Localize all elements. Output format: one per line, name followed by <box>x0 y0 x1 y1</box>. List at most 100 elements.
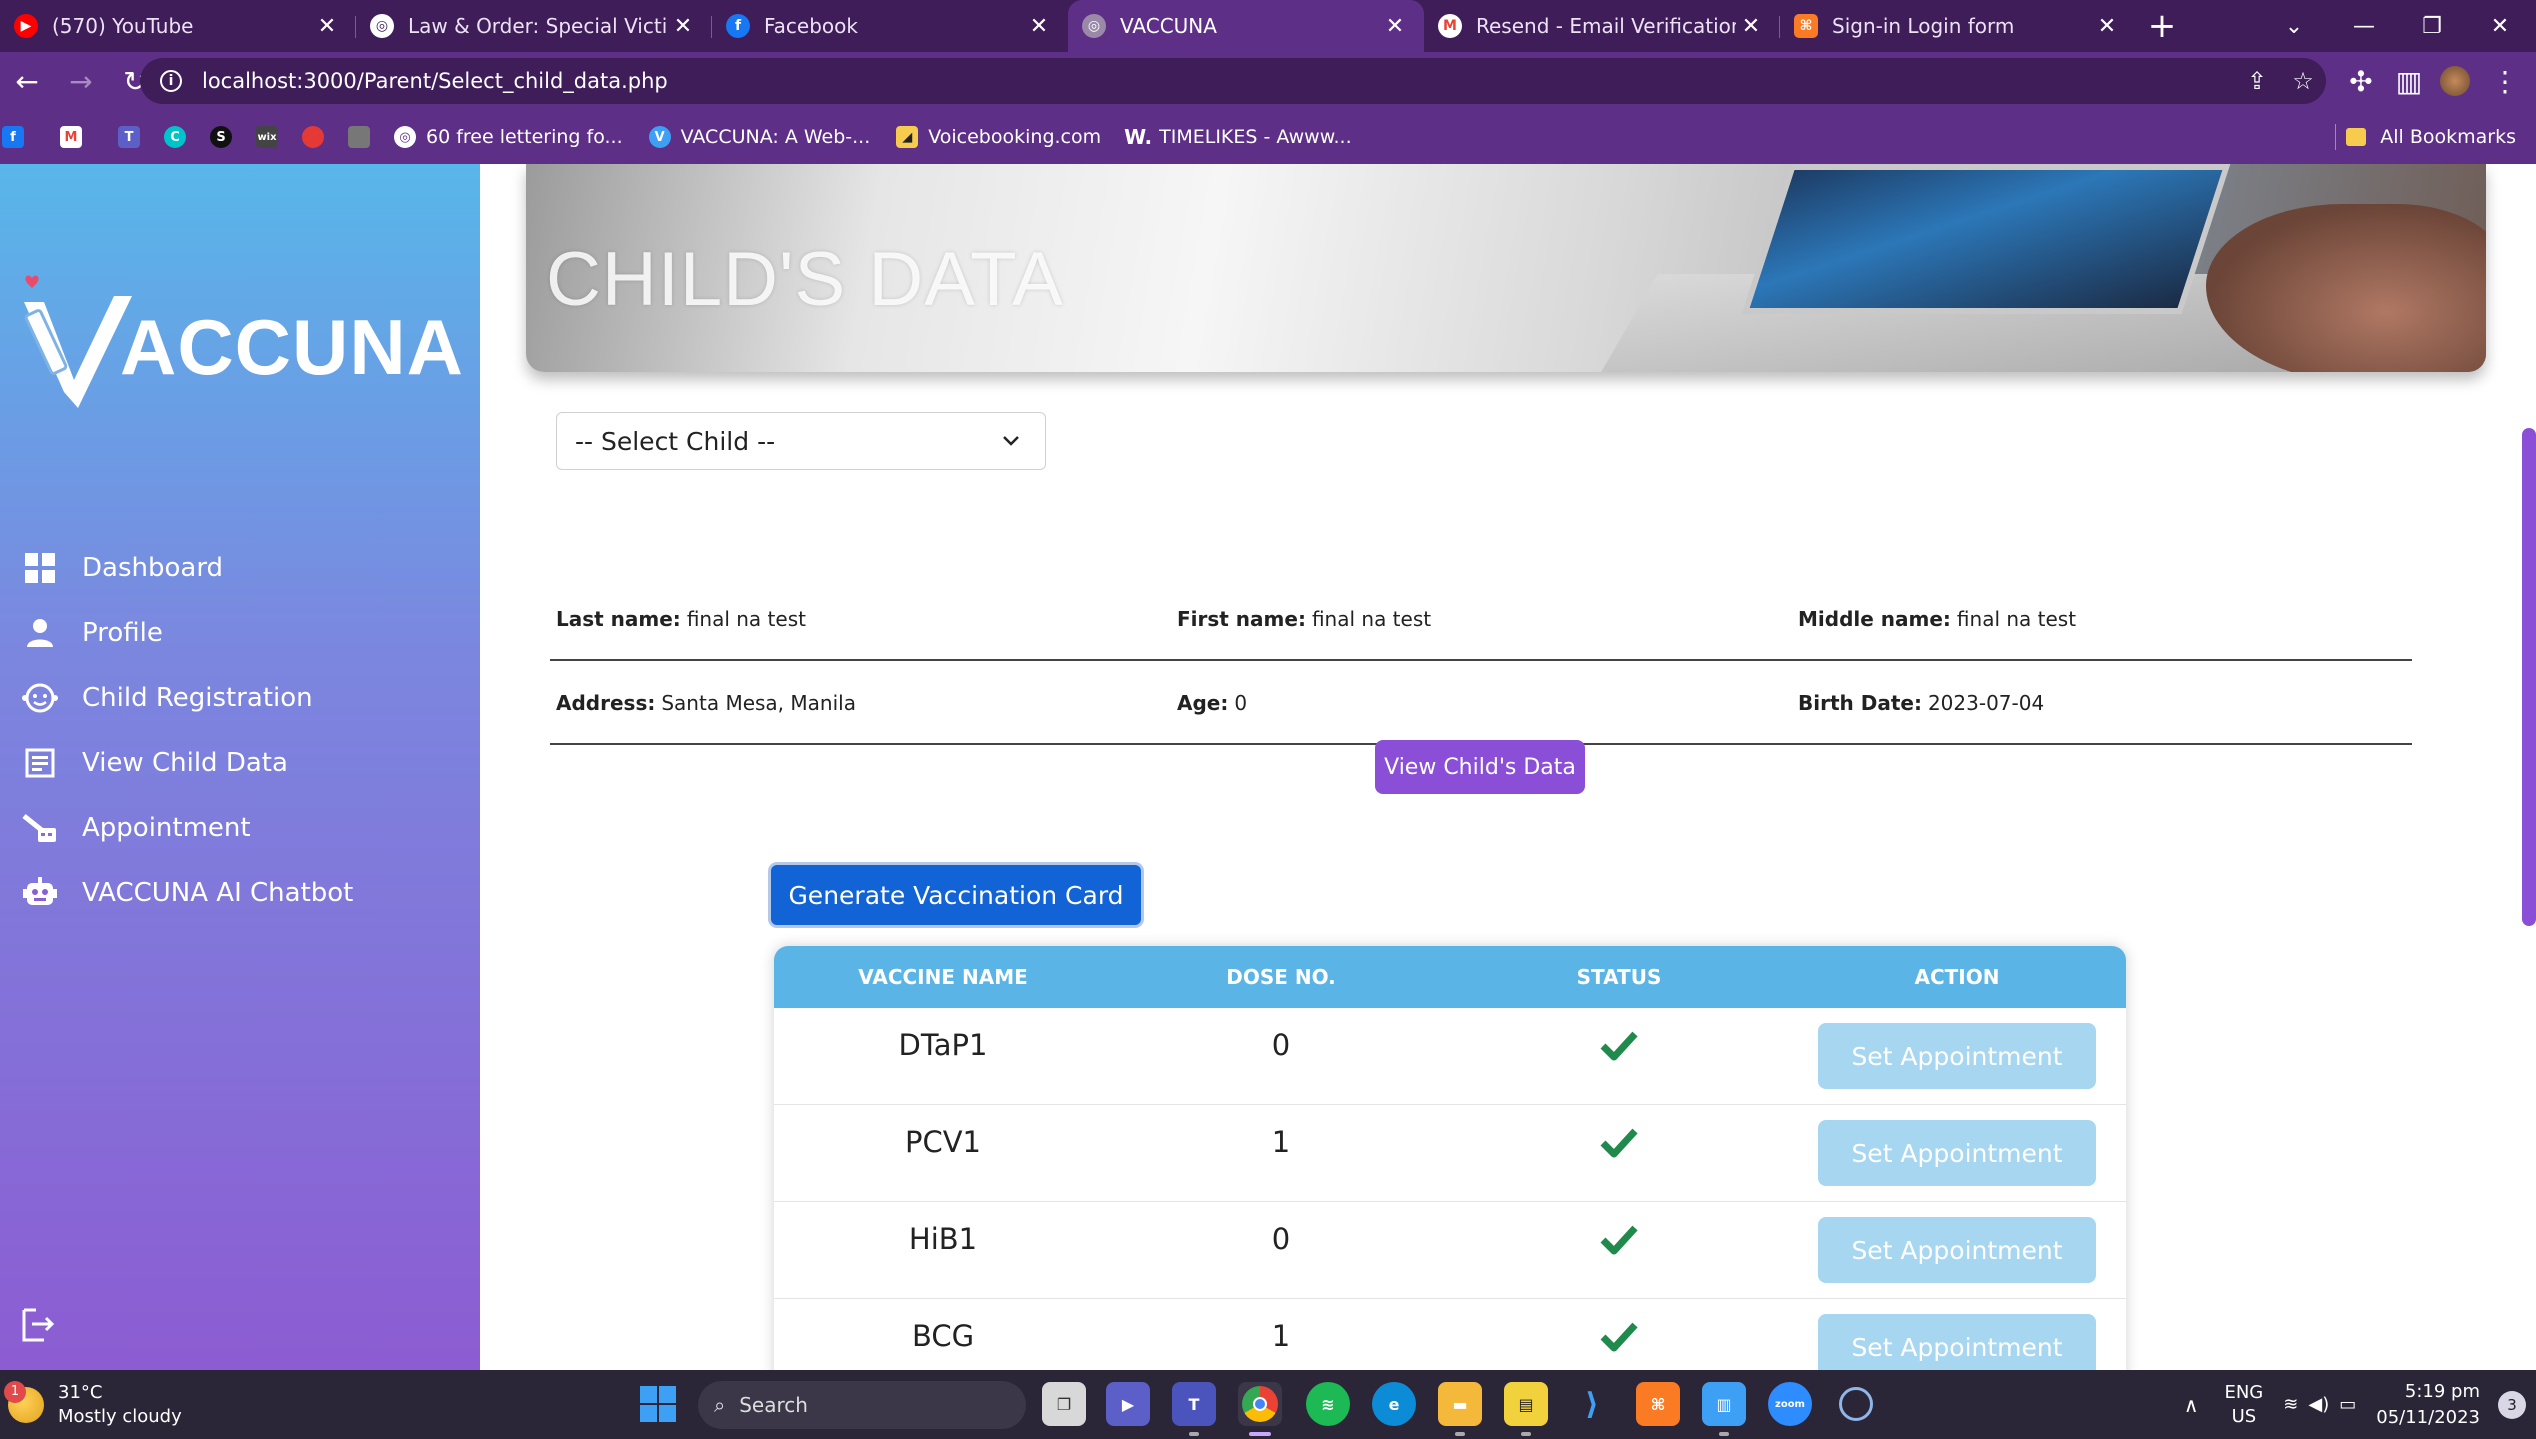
banner-screen-graphic <box>1741 164 2231 314</box>
last-name-label: Last name: <box>556 607 681 631</box>
dose-cell: 0 <box>1271 1222 1291 1256</box>
tab-title: VACCUNA <box>1120 14 1217 38</box>
sticky-notes-icon[interactable]: ▤ <box>1504 1382 1548 1436</box>
baby-face-icon <box>22 680 58 716</box>
tab-search-icon[interactable]: ⌄ <box>2260 0 2328 52</box>
system-tray: ∧ ENG US ≋ ◀) ▭ 5:19 pm 05/11/2023 3 <box>2184 1370 2536 1439</box>
back-icon[interactable]: ← <box>0 54 54 108</box>
clock[interactable]: 5:19 pm 05/11/2023 <box>2376 1379 2480 1431</box>
tab-sign-in[interactable]: ⌘ Sign-in Login form ✕ <box>1780 0 2136 52</box>
tab-title: Facebook <box>764 14 858 38</box>
window-close-icon[interactable]: ✕ <box>2466 0 2534 52</box>
check-icon <box>1600 1322 1638 1352</box>
share-icon[interactable]: ⇪ <box>2234 58 2280 104</box>
wifi-icon[interactable]: ≋ <box>2283 1394 2298 1415</box>
obs-icon[interactable] <box>1834 1382 1878 1426</box>
sidebar-item-dashboard[interactable]: Dashboard <box>0 535 480 600</box>
vaccuna-logo[interactable]: ACCUNA <box>22 272 463 412</box>
spotify-icon[interactable]: ≋ <box>1306 1382 1350 1426</box>
close-icon[interactable]: ✕ <box>1024 14 1054 39</box>
close-icon[interactable]: ✕ <box>2092 14 2122 39</box>
status-cell <box>1450 1299 1788 1370</box>
gmail-bookmark-icon[interactable]: M <box>60 126 92 148</box>
taskbar-search[interactable]: ⌕ Search <box>698 1381 1026 1429</box>
select-child-value: -- Select Child -- <box>575 426 776 456</box>
check-icon <box>1600 1031 1638 1061</box>
sidebar-item-label: VACCUNA AI Chatbot <box>82 877 354 908</box>
sidebar-item-chatbot[interactable]: VACCUNA AI Chatbot <box>0 860 480 925</box>
clock-date: 05/11/2023 <box>2376 1406 2480 1428</box>
forward-icon[interactable]: → <box>54 54 108 108</box>
task-view-icon[interactable]: ❐ <box>1042 1382 1086 1426</box>
weather-widget[interactable]: 1 31°C Mostly cloudy <box>4 1370 182 1439</box>
extensions-icon[interactable]: ✣ <box>2334 54 2388 108</box>
menu-icon[interactable]: ⋮ <box>2478 54 2532 108</box>
sidebar-item-appointment[interactable]: Appointment <box>0 795 480 860</box>
view-childs-data-button[interactable]: View Child's Data <box>1375 740 1585 794</box>
set-appointment-button[interactable]: Set Appointment <box>1818 1314 2096 1370</box>
notepad-icon[interactable]: ▥ <box>1702 1382 1746 1436</box>
bookmark-lettering[interactable]: ◎ 60 free lettering fo... <box>394 126 623 148</box>
tab-vaccuna[interactable]: ◎ VACCUNA ✕ <box>1068 0 1424 52</box>
bookmark-vaccuna[interactable]: V VACCUNA: A Web-... <box>648 126 871 148</box>
wix-bookmark-icon[interactable]: wix <box>256 126 288 148</box>
avatar[interactable] <box>2428 54 2482 108</box>
language-indicator[interactable]: ENG US <box>2224 1381 2263 1429</box>
set-appointment-button[interactable]: Set Appointment <box>1818 1023 2096 1089</box>
first-name-label: First name: <box>1177 607 1306 631</box>
tomato-bookmark-icon[interactable] <box>302 126 334 148</box>
select-child-dropdown[interactable]: -- Select Child -- <box>556 412 1046 470</box>
sidebar-item-view-child-data[interactable]: View Child Data <box>0 730 480 795</box>
chrome-icon[interactable] <box>1238 1382 1282 1436</box>
s-bookmark-icon[interactable]: S <box>210 126 242 148</box>
generate-vaccination-card-button[interactable]: Generate Vaccination Card <box>771 865 1141 925</box>
restore-icon[interactable]: ❐ <box>2398 0 2466 52</box>
grid-bookmark-icon[interactable] <box>348 126 380 148</box>
minimize-icon[interactable]: — <box>2330 0 2398 52</box>
chevron-up-icon[interactable]: ∧ <box>2184 1393 2199 1417</box>
tab-youtube[interactable]: ▶ (570) YouTube ✕ <box>0 0 356 52</box>
table-row: BCG 1 Set Appointment <box>774 1299 2126 1370</box>
new-tab-button[interactable]: + <box>2136 0 2188 52</box>
facebook-bookmark-icon[interactable]: f <box>2 126 34 148</box>
close-icon[interactable]: ✕ <box>668 14 698 39</box>
tab-facebook[interactable]: f Facebook ✕ <box>712 0 1068 52</box>
table-row: DTaP1 0 Set Appointment <box>774 1008 2126 1105</box>
canva-bookmark-icon[interactable]: C <box>164 126 196 148</box>
edge-icon[interactable]: e <box>1372 1382 1416 1426</box>
set-appointment-button[interactable]: Set Appointment <box>1818 1217 2096 1283</box>
star-icon[interactable]: ☆ <box>2280 58 2326 104</box>
set-appointment-button[interactable]: Set Appointment <box>1818 1120 2096 1186</box>
start-button[interactable] <box>640 1386 676 1422</box>
dose-cell: 1 <box>1271 1319 1291 1353</box>
close-icon[interactable]: ✕ <box>1736 14 1766 39</box>
bookmark-voicebooking[interactable]: ◢ Voicebooking.com <box>896 126 1101 148</box>
all-bookmarks[interactable]: All Bookmarks <box>2346 110 2516 164</box>
teams-icon[interactable]: T <box>1172 1382 1216 1436</box>
first-name-value: final na test <box>1311 607 1432 631</box>
bookmark-label: VACCUNA: A Web-... <box>680 126 871 148</box>
tab-gmail[interactable]: M Resend - Email Verification from ✕ <box>1424 0 1780 52</box>
xampp-icon[interactable]: ⌘ <box>1636 1382 1680 1426</box>
close-icon[interactable]: ✕ <box>1380 14 1410 39</box>
notification-badge[interactable]: 3 <box>2498 1390 2526 1419</box>
vscode-icon[interactable]: ⟩ <box>1570 1382 1614 1426</box>
zoom-icon[interactable]: zoom <box>1768 1382 1812 1426</box>
file-explorer-icon[interactable]: ▬ <box>1438 1382 1482 1436</box>
meet-icon[interactable]: ▶ <box>1106 1382 1150 1426</box>
teams-bookmark-icon[interactable]: T <box>118 126 150 148</box>
volume-icon[interactable]: ◀) <box>2308 1394 2329 1415</box>
page-scrollbar[interactable] <box>2522 428 2536 926</box>
all-bookmarks-label: All Bookmarks <box>2380 126 2516 148</box>
sidebar-item-child-registration[interactable]: Child Registration <box>0 665 480 730</box>
address-bar[interactable]: i localhost:3000/Parent/Select_child_dat… <box>140 58 2326 104</box>
site-info-icon[interactable]: i <box>160 70 182 92</box>
battery-icon[interactable]: ▭ <box>2339 1394 2356 1415</box>
logout-icon[interactable] <box>20 1306 58 1344</box>
close-icon[interactable]: ✕ <box>312 14 342 39</box>
bookmark-timelikes[interactable]: W. TIMELIKES - Awww... <box>1124 125 1352 149</box>
sidebar-item-profile[interactable]: Profile <box>0 600 480 665</box>
w-icon: W. <box>1124 125 1153 149</box>
tab-law-and-order[interactable]: ◎ Law & Order: Special Victims Un ✕ <box>356 0 712 52</box>
birth-date-field: Birth Date: 2023-07-04 <box>1798 661 2044 745</box>
